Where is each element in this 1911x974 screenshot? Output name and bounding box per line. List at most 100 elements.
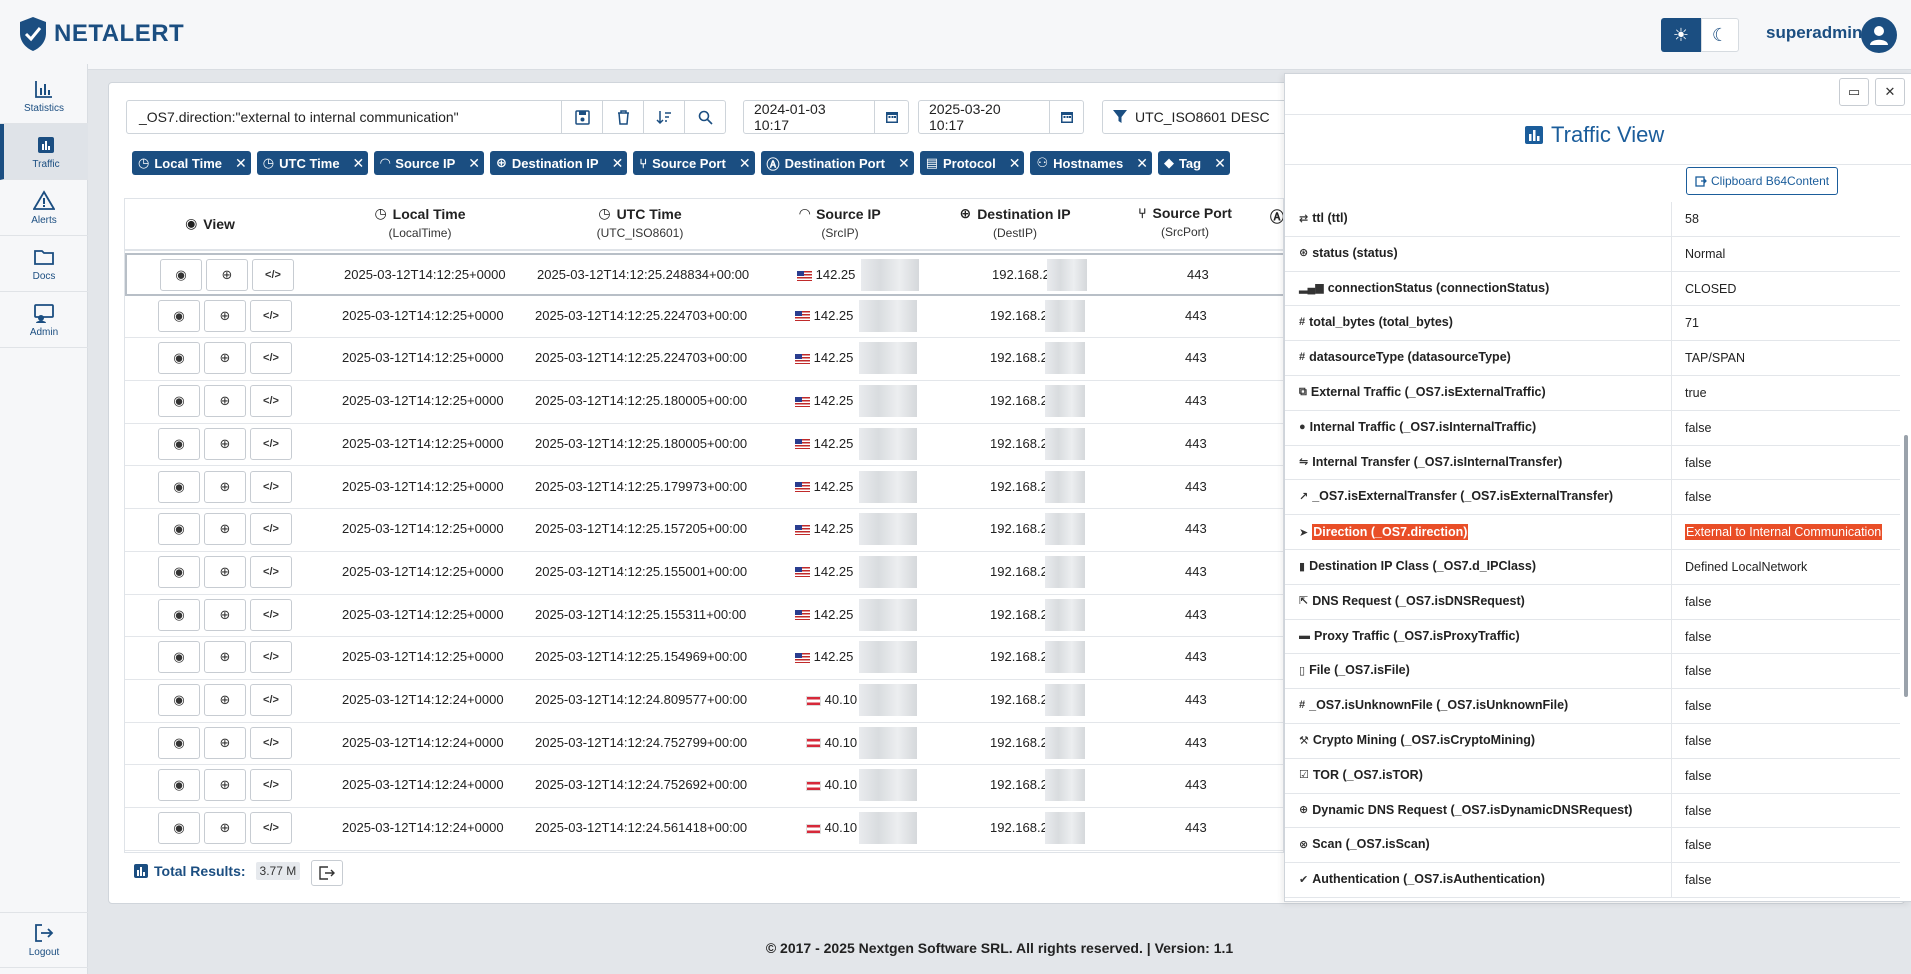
query-input[interactable]: _OS7.direction:"external to internal com… bbox=[126, 100, 562, 134]
date-to-input[interactable]: 2025-03-20 10:17 bbox=[918, 100, 1050, 134]
close-icon[interactable]: ✕ bbox=[1136, 155, 1148, 172]
logo[interactable]: NETALERT bbox=[18, 16, 184, 52]
column-header-destination-port-partial[interactable]: Ⓐ bbox=[1267, 207, 1283, 227]
username[interactable]: superadmin bbox=[1766, 23, 1862, 43]
table-row[interactable]: ◉ ⊕ </> 2025-03-12T14:12:25+0000 2025-03-12T… bbox=[125, 338, 1283, 382]
view-details-button[interactable]: ◉ bbox=[158, 299, 200, 332]
sort-field-select[interactable]: UTC_ISO8601 DESC bbox=[1102, 100, 1292, 134]
delete-query-button[interactable] bbox=[602, 100, 644, 134]
view-source-button[interactable]: </> bbox=[250, 726, 292, 759]
geo-lookup-button[interactable]: ⊕ bbox=[204, 555, 246, 588]
view-source-button[interactable]: </> bbox=[250, 598, 292, 631]
table-row[interactable]: ◉ ⊕ </> 2025-03-12T14:12:24+0000 2025-03-12T… bbox=[125, 765, 1283, 809]
view-details-button[interactable]: ◉ bbox=[158, 641, 200, 674]
view-source-button[interactable]: </> bbox=[252, 259, 294, 291]
table-row[interactable]: ◉ ⊕ </> 2025-03-12T14:12:25+0000 2025-03-12T… bbox=[125, 552, 1283, 595]
chip-destination-ip[interactable]: ⊕ Destination IP ✕ bbox=[489, 151, 628, 175]
chip-hostnames[interactable]: ⚇ Hostnames ✕ bbox=[1030, 151, 1152, 175]
clipboard-b64-button[interactable]: Clipboard B64Content bbox=[1686, 167, 1839, 195]
column-header-source-ip[interactable]: ◠ Source IP (SrcIP) bbox=[765, 205, 915, 240]
geo-lookup-button[interactable]: ⊕ bbox=[206, 259, 248, 291]
view-details-button[interactable]: ◉ bbox=[158, 684, 200, 716]
date-to-picker-button[interactable] bbox=[1050, 100, 1084, 134]
maximize-button[interactable]: ▭ bbox=[1839, 78, 1869, 106]
table-row[interactable]: ◉ ⊕ </> 2025-03-12T14:12:25+0000 2025-03-12T… bbox=[125, 467, 1283, 510]
view-source-button[interactable]: </> bbox=[250, 470, 292, 503]
sidebar-item-traffic[interactable]: Traffic bbox=[0, 124, 88, 180]
close-icon[interactable]: ✕ bbox=[235, 155, 247, 172]
close-icon[interactable]: ✕ bbox=[468, 155, 480, 172]
table-row[interactable]: ◉ ⊕ </> 2025-03-12T14:12:24+0000 2025-03-12T… bbox=[125, 723, 1283, 766]
view-details-button[interactable]: ◉ bbox=[158, 385, 200, 418]
date-from-input[interactable]: 2024-01-03 10:17 bbox=[743, 100, 875, 134]
view-details-button[interactable]: ◉ bbox=[158, 427, 200, 460]
view-details-button[interactable]: ◉ bbox=[158, 470, 200, 503]
chip-protocol[interactable]: ▤ Protocol ✕ bbox=[919, 151, 1025, 175]
table-row[interactable]: ◉ ⊕ </> 2025-03-12T14:12:25+0000 2025-03-12T… bbox=[125, 424, 1283, 467]
close-icon[interactable]: ✕ bbox=[898, 155, 910, 172]
geo-lookup-button[interactable]: ⊕ bbox=[204, 299, 246, 332]
date-from-picker-button[interactable] bbox=[875, 100, 909, 134]
view-details-button[interactable]: ◉ bbox=[158, 555, 200, 588]
sidebar-item-admin[interactable]: Admin bbox=[0, 292, 88, 348]
geo-lookup-button[interactable]: ⊕ bbox=[204, 470, 246, 503]
column-header-view[interactable]: ◉ View bbox=[155, 215, 265, 232]
sidebar-item-alerts[interactable]: Alerts bbox=[0, 180, 88, 236]
chip-source-ip[interactable]: ◠ Source IP ✕ bbox=[374, 151, 484, 175]
column-header-source-port[interactable]: ⑂ Source Port (SrcPort) bbox=[1125, 205, 1245, 239]
avatar[interactable] bbox=[1861, 17, 1897, 53]
table-row[interactable]: ◉ ⊕ </> 2025-03-12T14:12:24+0000 2025-03-12T… bbox=[125, 808, 1283, 851]
table-row[interactable]: ◉ ⊕ </> 2025-03-12T14:12:24+0000 2025-03-12T… bbox=[125, 680, 1283, 723]
geo-lookup-button[interactable]: ⊕ bbox=[204, 684, 246, 716]
table-row[interactable]: ◉ ⊕ </> 2025-03-12T14:12:25+0000 2025-03-12T… bbox=[125, 509, 1283, 552]
geo-lookup-button[interactable]: ⊕ bbox=[204, 513, 246, 546]
view-source-button[interactable]: </> bbox=[250, 812, 292, 845]
chip-utc-time[interactable]: ◷ UTC Time ✕ bbox=[256, 151, 369, 175]
geo-lookup-button[interactable]: ⊕ bbox=[204, 385, 246, 418]
geo-lookup-button[interactable]: ⊕ bbox=[204, 598, 246, 631]
geo-lookup-button[interactable]: ⊕ bbox=[204, 427, 246, 460]
sidebar-item-statistics[interactable]: Statistics bbox=[0, 68, 88, 124]
view-details-button[interactable]: ◉ bbox=[158, 769, 200, 802]
chip-local-time[interactable]: ◷ Local Time ✕ bbox=[132, 151, 251, 175]
close-icon[interactable]: ✕ bbox=[739, 155, 751, 172]
view-details-button[interactable]: ◉ bbox=[160, 259, 202, 291]
geo-lookup-button[interactable]: ⊕ bbox=[204, 342, 246, 375]
geo-lookup-button[interactable]: ⊕ bbox=[204, 726, 246, 759]
sidebar-item-docs[interactable]: Docs bbox=[0, 236, 88, 292]
view-details-button[interactable]: ◉ bbox=[158, 513, 200, 546]
close-icon[interactable]: ✕ bbox=[1214, 155, 1226, 172]
column-header-utc-time[interactable]: ◷ UTC Time (UTC_ISO8601) bbox=[525, 205, 755, 240]
close-icon[interactable]: ✕ bbox=[1009, 155, 1021, 172]
close-icon[interactable]: ✕ bbox=[353, 155, 365, 172]
dark-theme-button[interactable]: ☾ bbox=[1701, 18, 1739, 52]
logout-button[interactable]: Logout bbox=[0, 912, 88, 968]
view-source-button[interactable]: </> bbox=[250, 299, 292, 332]
chip-tag[interactable]: ◆ Tag ✕ bbox=[1157, 151, 1230, 175]
geo-lookup-button[interactable]: ⊕ bbox=[204, 641, 246, 674]
view-details-button[interactable]: ◉ bbox=[158, 812, 200, 845]
view-source-button[interactable]: </> bbox=[250, 513, 292, 546]
table-row[interactable]: ◉ ⊕ </> 2025-03-12T14:12:25+0000 2025-03-12T… bbox=[125, 253, 1283, 296]
geo-lookup-button[interactable]: ⊕ bbox=[204, 769, 246, 802]
view-source-button[interactable]: </> bbox=[250, 769, 292, 802]
search-button[interactable] bbox=[684, 100, 726, 134]
sort-order-button[interactable] bbox=[643, 100, 685, 134]
chip-source-port[interactable]: ⑂ Source Port ✕ bbox=[633, 151, 755, 175]
export-button[interactable] bbox=[311, 860, 343, 886]
close-button[interactable]: ✕ bbox=[1875, 78, 1905, 106]
view-source-button[interactable]: </> bbox=[250, 641, 292, 674]
chip-destination-port[interactable]: Ⓐ Destination Port ✕ bbox=[760, 151, 914, 175]
view-source-button[interactable]: </> bbox=[250, 342, 292, 375]
view-source-button[interactable]: </> bbox=[250, 555, 292, 588]
column-header-local-time[interactable]: ◷ Local Time (LocalTime) bbox=[320, 205, 520, 240]
save-query-button[interactable] bbox=[561, 100, 603, 134]
view-details-button[interactable]: ◉ bbox=[158, 726, 200, 759]
column-header-destination-ip[interactable]: ⊕ Destination IP (DestIP) bbox=[935, 205, 1095, 240]
view-source-button[interactable]: </> bbox=[250, 427, 292, 460]
view-source-button[interactable]: </> bbox=[250, 385, 292, 418]
table-row[interactable]: ◉ ⊕ </> 2025-03-12T14:12:25+0000 2025-03-12T… bbox=[125, 595, 1283, 638]
table-row[interactable]: ◉ ⊕ </> 2025-03-12T14:12:25+0000 2025-03-12T… bbox=[125, 637, 1283, 680]
table-row[interactable]: ◉ ⊕ </> 2025-03-12T14:12:25+0000 2025-03-12T… bbox=[125, 296, 1283, 339]
table-row[interactable]: ◉ ⊕ </> 2025-03-12T14:12:25+0000 2025-03-12T… bbox=[125, 381, 1283, 424]
